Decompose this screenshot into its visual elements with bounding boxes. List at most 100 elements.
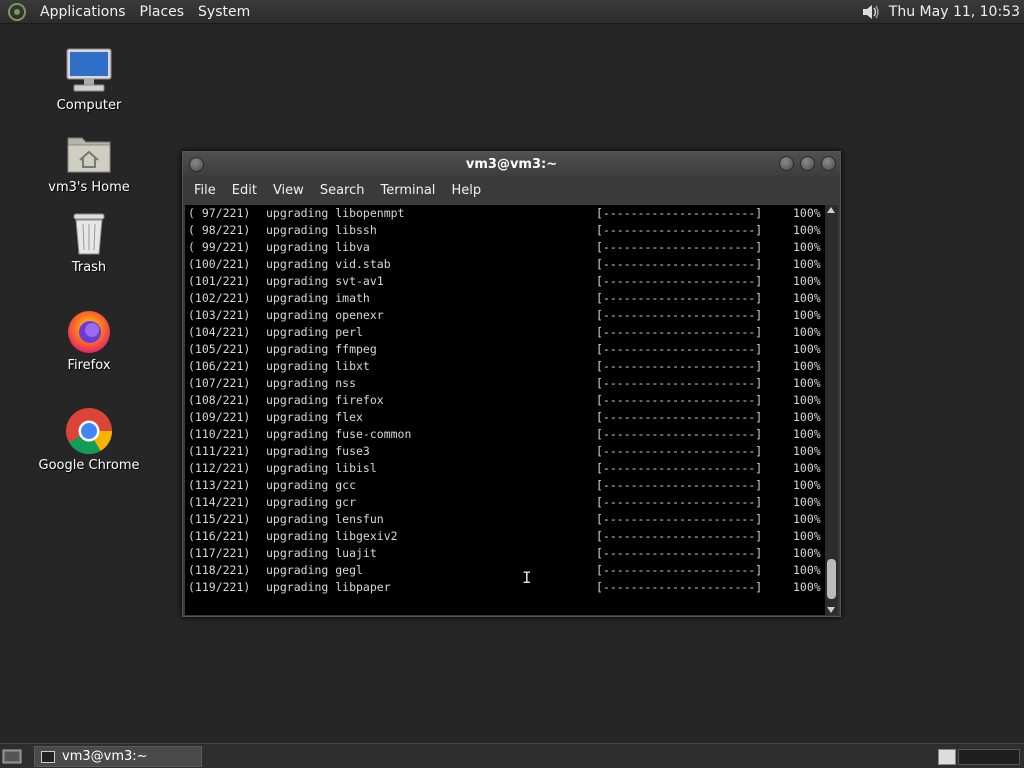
workspace-2-button[interactable] (958, 749, 1020, 765)
desktop-icon-label: Computer (56, 98, 122, 113)
terminal-line: (103/221) upgrading openexr [-------------… (188, 307, 826, 324)
terminal-percent: 100% (793, 359, 821, 373)
scrollbar-thumb[interactable] (827, 559, 836, 599)
desktop-icon-chrome[interactable]: Google Chrome (34, 406, 144, 473)
menu-search[interactable]: Search (312, 183, 373, 198)
terminal-line: (117/221) upgrading luajit [--------------… (188, 545, 826, 562)
text-cursor-icon: I (522, 568, 532, 587)
terminal-line: (115/221) upgrading lensfun [-------------… (188, 511, 826, 528)
terminal-line: (105/221) upgrading ffmpeg [--------------… (188, 341, 826, 358)
terminal-percent: 100% (793, 393, 821, 407)
top-panel: Applications Places System Thu May 11, 1… (0, 0, 1024, 24)
desktop-icon-label: Trash (71, 260, 107, 275)
terminal-progress-bar: [----------------------] (596, 325, 763, 339)
desktop-icon-home[interactable]: vm3's Home (34, 128, 144, 195)
terminal-percent: 100% (793, 529, 821, 543)
terminal-output[interactable]: ( 97/221) upgrading libopenmpt [----------… (185, 205, 826, 615)
terminal-percent: 100% (793, 342, 821, 356)
terminal-percent: 100% (793, 206, 821, 220)
terminal-line-text: upgrading ffmpeg (266, 342, 377, 356)
taskbar-item-label: vm3@vm3:~ (62, 749, 148, 764)
terminal-progress-bar: [----------------------] (596, 240, 763, 254)
menu-view[interactable]: View (265, 183, 312, 198)
terminal-line-number: (103/221) (188, 308, 251, 322)
terminal-line-text: upgrading perl (266, 325, 363, 339)
applications-menu[interactable]: Applications (33, 4, 133, 20)
terminal-percent: 100% (793, 325, 821, 339)
terminal-line-text: upgrading gcr (266, 495, 357, 509)
desktop-icon-trash[interactable]: Trash (34, 208, 144, 275)
terminal-line-text: upgrading imath (266, 291, 370, 305)
terminal-line-number: (111/221) (188, 444, 251, 458)
window-menu-button[interactable] (189, 157, 204, 172)
terminal-line-text: upgrading libssh (266, 223, 377, 237)
distro-logo-icon[interactable] (7, 2, 27, 22)
chrome-icon (66, 408, 112, 454)
terminal-line: (107/221) upgrading nss [-----------------… (188, 375, 826, 392)
terminal-line-text: upgrading svt-av1 (266, 274, 384, 288)
terminal-percent: 100% (793, 512, 821, 526)
terminal-line-number: ( 98/221) (188, 223, 251, 237)
scroll-up-arrow-icon[interactable] (827, 207, 835, 213)
terminal-line-number: (110/221) (188, 427, 251, 441)
system-menu[interactable]: System (191, 4, 257, 20)
terminal-line: (100/221) upgrading vid.stab [------------… (188, 256, 826, 273)
terminal-progress-bar: [----------------------] (596, 427, 763, 441)
desktop-icon-firefox[interactable]: Firefox (34, 306, 144, 373)
terminal-line-number: (104/221) (188, 325, 251, 339)
menu-edit[interactable]: Edit (224, 183, 265, 198)
terminal-line-number: ( 97/221) (188, 206, 251, 220)
terminal-line-text: upgrading fuse3 (266, 444, 370, 458)
terminal-progress-bar: [----------------------] (596, 563, 763, 577)
terminal-line-number: (113/221) (188, 478, 251, 492)
terminal-scrollbar[interactable] (825, 205, 838, 615)
volume-icon[interactable] (859, 1, 881, 23)
taskbar-terminal-button[interactable]: vm3@vm3:~ (34, 746, 202, 767)
terminal-line-number: (118/221) (188, 563, 251, 577)
terminal-percent: 100% (793, 478, 821, 492)
clock[interactable]: Thu May 11, 10:53 (881, 4, 1024, 20)
terminal-line: (102/221) upgrading imath [---------------… (188, 290, 826, 307)
terminal-line: (111/221) upgrading fuse3 [---------------… (188, 443, 826, 460)
scroll-down-arrow-icon[interactable] (827, 607, 835, 613)
terminal-line: (119/221) upgrading libpaper [------------… (188, 579, 826, 596)
terminal-progress-bar: [----------------------] (596, 342, 763, 356)
terminal-progress-bar: [----------------------] (596, 376, 763, 390)
minimize-button[interactable] (779, 156, 794, 171)
terminal-line-text: upgrading openexr (266, 308, 384, 322)
terminal-progress-bar: [----------------------] (596, 410, 763, 424)
terminal-progress-bar: [----------------------] (596, 291, 763, 305)
menu-help[interactable]: Help (443, 183, 489, 198)
terminal-line-text: upgrading gcc (266, 478, 357, 492)
terminal-percent: 100% (793, 410, 821, 424)
terminal-line: (108/221) upgrading firefox [-------------… (188, 392, 826, 409)
workspace-1-button[interactable] (938, 749, 956, 765)
show-desktop-icon[interactable] (2, 747, 22, 765)
terminal-progress-bar: [----------------------] (596, 223, 763, 237)
terminal-line-text: upgrading vid.stab (266, 257, 391, 271)
computer-icon (66, 48, 112, 92)
terminal-percent: 100% (793, 546, 821, 560)
desktop-icon-label: Firefox (67, 358, 111, 373)
window-title: vm3@vm3:~ (465, 156, 558, 172)
terminal-line: (116/221) upgrading libgexiv2 [-----------… (188, 528, 826, 545)
terminal-line: ( 99/221) upgrading libva [---------------… (188, 239, 826, 256)
desktop-icon-computer[interactable]: Computer (34, 46, 144, 113)
terminal-line-text: upgrading libisl (266, 461, 377, 475)
terminal-window[interactable]: vm3@vm3:~ File Edit View Search Terminal… (182, 151, 841, 617)
close-button[interactable] (821, 156, 836, 171)
terminal-percent: 100% (793, 444, 821, 458)
menu-file[interactable]: File (186, 183, 224, 198)
terminal-line: (114/221) upgrading gcr [-----------------… (188, 494, 826, 511)
terminal-icon (41, 750, 55, 763)
window-titlebar[interactable]: vm3@vm3:~ (183, 152, 840, 176)
maximize-button[interactable] (800, 156, 815, 171)
terminal-line: (106/221) upgrading libxt [---------------… (188, 358, 826, 375)
terminal-progress-bar: [----------------------] (596, 308, 763, 322)
places-menu[interactable]: Places (133, 4, 192, 20)
terminal-line-number: (101/221) (188, 274, 251, 288)
terminal-line-number: (102/221) (188, 291, 251, 305)
terminal-line-number: (116/221) (188, 529, 251, 543)
menu-terminal[interactable]: Terminal (372, 183, 443, 198)
terminal-line-text: upgrading nss (266, 376, 357, 390)
